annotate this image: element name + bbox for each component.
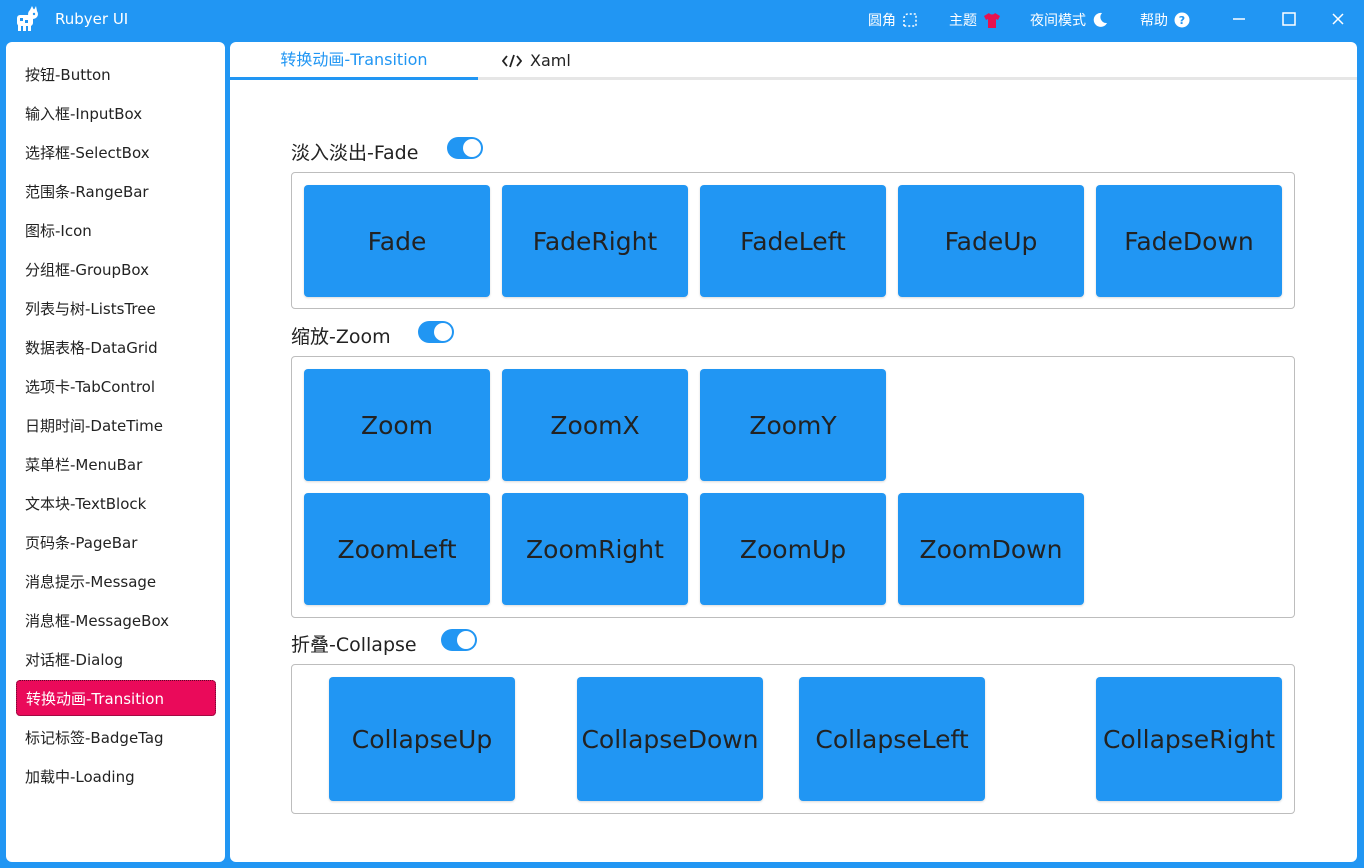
help-label: 帮助: [1140, 13, 1168, 29]
zoom-button[interactable]: Zoom: [304, 369, 490, 481]
help-icon: ?: [1174, 12, 1190, 28]
fade-toggle[interactable]: [447, 137, 483, 159]
sidebar-item-button[interactable]: 按钮-Button: [16, 57, 216, 93]
sidebar-item-inputbox[interactable]: 输入框-InputBox: [16, 96, 216, 132]
sidebar-item-selectbox[interactable]: 选择框-SelectBox: [16, 135, 216, 171]
maximize-icon: [1282, 12, 1296, 26]
title-bar: Rubyer UI 圆角 主题 夜间模式 帮助 ?: [0, 0, 1364, 38]
night-mode-button[interactable]: 夜间模式: [1030, 10, 1108, 30]
app-logo-icon: [17, 6, 38, 31]
fade-up-button[interactable]: FadeUp: [898, 185, 1084, 297]
tshirt-icon: [984, 12, 1000, 28]
sidebar-item-datagrid[interactable]: 数据表格-DataGrid: [16, 330, 216, 366]
collapse-left-button[interactable]: CollapseLeft: [799, 677, 985, 801]
code-icon: [502, 54, 522, 68]
zoom-up-button[interactable]: ZoomUp: [700, 493, 886, 605]
zoom-toggle[interactable]: [418, 321, 454, 343]
sidebar-item-liststree[interactable]: 列表与树-ListsTree: [16, 291, 216, 327]
fade-down-button[interactable]: FadeDown: [1096, 185, 1282, 297]
sidebar-item-loading[interactable]: 加载中-Loading: [16, 759, 216, 795]
theme-button[interactable]: 主题: [949, 10, 1001, 30]
sidebar-item-groupbox[interactable]: 分组框-GroupBox: [16, 252, 216, 288]
moon-icon: [1093, 12, 1107, 27]
sidebar-item-tabcontrol[interactable]: 选项卡-TabControl: [16, 369, 216, 405]
zoom-left-button[interactable]: ZoomLeft: [304, 493, 490, 605]
rounded-corner-icon: [903, 13, 917, 27]
sidebar-item-messagebox[interactable]: 消息框-MessageBox: [16, 603, 216, 639]
theme-label: 主题: [949, 13, 977, 29]
collapse-right-button[interactable]: CollapseRight: [1096, 677, 1282, 801]
sidebar-item-pagebar[interactable]: 页码条-PageBar: [16, 525, 216, 561]
sidebar-item-datetime[interactable]: 日期时间-DateTime: [16, 408, 216, 444]
toggle-knob: [434, 323, 452, 341]
sidebar-item-rangebar[interactable]: 范围条-RangeBar: [16, 174, 216, 210]
minimize-icon: [1233, 18, 1245, 20]
svg-text:?: ?: [1179, 14, 1185, 27]
fade-right-button[interactable]: FadeRight: [502, 185, 688, 297]
toggle-knob: [457, 631, 475, 649]
active-tab-indicator: [230, 77, 478, 80]
fade-section-label: 淡入淡出-Fade: [291, 142, 419, 164]
sidebar-item-dialog[interactable]: 对话框-Dialog: [16, 642, 216, 678]
fade-groupbox: Fade FadeRight FadeLeft FadeUp FadeDown: [291, 172, 1295, 309]
collapse-toggle[interactable]: [441, 629, 477, 651]
zoom-y-button[interactable]: ZoomY: [700, 369, 886, 481]
night-mode-label: 夜间模式: [1030, 13, 1086, 29]
corner-toggle-button[interactable]: 圆角: [868, 10, 918, 30]
sidebar: 按钮-Button 输入框-InputBox 选择框-SelectBox 范围条…: [6, 42, 225, 862]
tab-xaml-label: Xaml: [530, 51, 571, 70]
collapse-section-label: 折叠-Collapse: [291, 634, 417, 656]
sidebar-item-transition[interactable]: 转换动画-Transition: [16, 680, 216, 716]
tab-xaml[interactable]: Xaml: [502, 42, 582, 80]
close-button[interactable]: [1327, 8, 1349, 30]
zoom-section-label: 缩放-Zoom: [291, 326, 391, 348]
sidebar-item-menubar[interactable]: 菜单栏-MenuBar: [16, 447, 216, 483]
zoom-x-button[interactable]: ZoomX: [502, 369, 688, 481]
main-panel: 转换动画-Transition Xaml 淡入淡出-Fade Fade Fade…: [230, 42, 1357, 862]
sidebar-item-textblock[interactable]: 文本块-TextBlock: [16, 486, 216, 522]
collapse-down-button[interactable]: CollapseDown: [577, 677, 763, 801]
tab-transition[interactable]: 转换动画-Transition: [230, 42, 478, 80]
zoom-groupbox: Zoom ZoomX ZoomY ZoomLeft ZoomRight Zoom…: [291, 356, 1295, 618]
maximize-button[interactable]: [1278, 8, 1300, 30]
help-button[interactable]: 帮助 ?: [1140, 10, 1190, 30]
zoom-down-button[interactable]: ZoomDown: [898, 493, 1084, 605]
fade-left-button[interactable]: FadeLeft: [700, 185, 886, 297]
collapse-up-button[interactable]: CollapseUp: [329, 677, 515, 801]
zoom-right-button[interactable]: ZoomRight: [502, 493, 688, 605]
collapse-groupbox: CollapseUp CollapseDown CollapseLeft Col…: [291, 664, 1295, 814]
sidebar-item-badgetag[interactable]: 标记标签-BadgeTag: [16, 720, 216, 756]
tab-bar: 转换动画-Transition Xaml: [230, 42, 1357, 80]
sidebar-item-icon[interactable]: 图标-Icon: [16, 213, 216, 249]
app-title: Rubyer UI: [55, 10, 129, 28]
fade-button[interactable]: Fade: [304, 185, 490, 297]
toggle-knob: [463, 139, 481, 157]
close-icon: [1332, 13, 1344, 25]
corner-label: 圆角: [868, 13, 896, 29]
minimize-button[interactable]: [1228, 8, 1250, 30]
sidebar-item-message[interactable]: 消息提示-Message: [16, 564, 216, 600]
